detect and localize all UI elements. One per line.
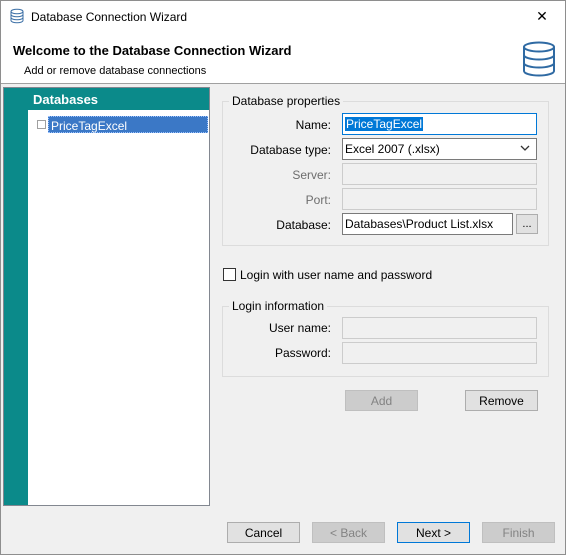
finish-button[interactable]: Finish bbox=[482, 522, 555, 543]
database-type-select[interactable]: Excel 2007 (.xlsx) bbox=[342, 138, 537, 160]
close-icon: ✕ bbox=[536, 8, 548, 24]
sidebar-accent-stripe bbox=[4, 88, 28, 505]
tree-expander-icon[interactable] bbox=[37, 120, 46, 129]
wizard-header: Welcome to the Database Connection Wizar… bbox=[1, 32, 565, 84]
database-stack-icon bbox=[523, 41, 555, 77]
page-title: Welcome to the Database Connection Wizar… bbox=[13, 43, 292, 58]
tree-item-label[interactable]: PriceTagExcel bbox=[48, 116, 208, 133]
database-type-value: Excel 2007 (.xlsx) bbox=[345, 142, 440, 156]
remove-button-label: Remove bbox=[479, 393, 524, 408]
window-title: Database Connection Wizard bbox=[31, 10, 188, 24]
close-button[interactable]: ✕ bbox=[519, 1, 565, 32]
browse-button-label: ... bbox=[522, 218, 532, 230]
back-button-label: < Back bbox=[329, 525, 368, 540]
password-field[interactable] bbox=[342, 342, 537, 364]
name-field-value: PriceTagExcel bbox=[345, 117, 424, 131]
finish-button-label: Finish bbox=[502, 525, 535, 540]
databases-header: Databases bbox=[28, 88, 209, 110]
port-label: Port: bbox=[305, 193, 331, 207]
database-path-value: Databases\Product List.xlsx bbox=[345, 217, 494, 231]
next-button-label: Next > bbox=[415, 525, 451, 540]
page-subtitle: Add or remove database connections bbox=[24, 65, 207, 77]
user-name-field[interactable] bbox=[342, 317, 537, 339]
remove-button[interactable]: Remove bbox=[465, 390, 538, 411]
database-label: Database: bbox=[276, 218, 331, 232]
database-icon bbox=[10, 8, 24, 24]
name-field[interactable]: PriceTagExcel bbox=[342, 113, 537, 135]
login-checkbox[interactable] bbox=[223, 268, 236, 281]
login-checkbox-label[interactable]: Login with user name and password bbox=[240, 268, 432, 282]
add-button-label: Add bbox=[370, 393, 393, 408]
browse-button[interactable]: ... bbox=[516, 214, 538, 234]
cancel-button[interactable]: Cancel bbox=[227, 522, 300, 543]
databases-panel: Databases PriceTagExcel bbox=[3, 87, 210, 506]
login-information-legend: Login information bbox=[229, 299, 328, 313]
database-properties-legend: Database properties bbox=[229, 94, 344, 108]
database-type-label: Database type: bbox=[250, 143, 331, 157]
next-button[interactable]: Next > bbox=[397, 522, 470, 543]
name-label: Name: bbox=[295, 118, 331, 132]
cancel-button-label: Cancel bbox=[244, 525, 283, 540]
wizard-window: Database Connection Wizard ✕ Welcome to … bbox=[0, 0, 566, 555]
user-name-label: User name: bbox=[268, 321, 331, 335]
add-button[interactable]: Add bbox=[345, 390, 418, 411]
back-button[interactable]: < Back bbox=[312, 522, 385, 543]
tree-item-pricetagexcel[interactable]: PriceTagExcel bbox=[34, 116, 209, 133]
server-label: Server: bbox=[292, 168, 331, 182]
server-field[interactable] bbox=[342, 163, 537, 185]
database-path-field[interactable]: Databases\Product List.xlsx bbox=[342, 213, 513, 235]
password-label: Password: bbox=[274, 346, 331, 360]
port-field[interactable] bbox=[342, 188, 537, 210]
wizard-footer: Cancel < Back Next > Finish bbox=[1, 508, 565, 554]
chevron-down-icon bbox=[520, 145, 530, 151]
title-bar: Database Connection Wizard ✕ bbox=[1, 1, 565, 32]
